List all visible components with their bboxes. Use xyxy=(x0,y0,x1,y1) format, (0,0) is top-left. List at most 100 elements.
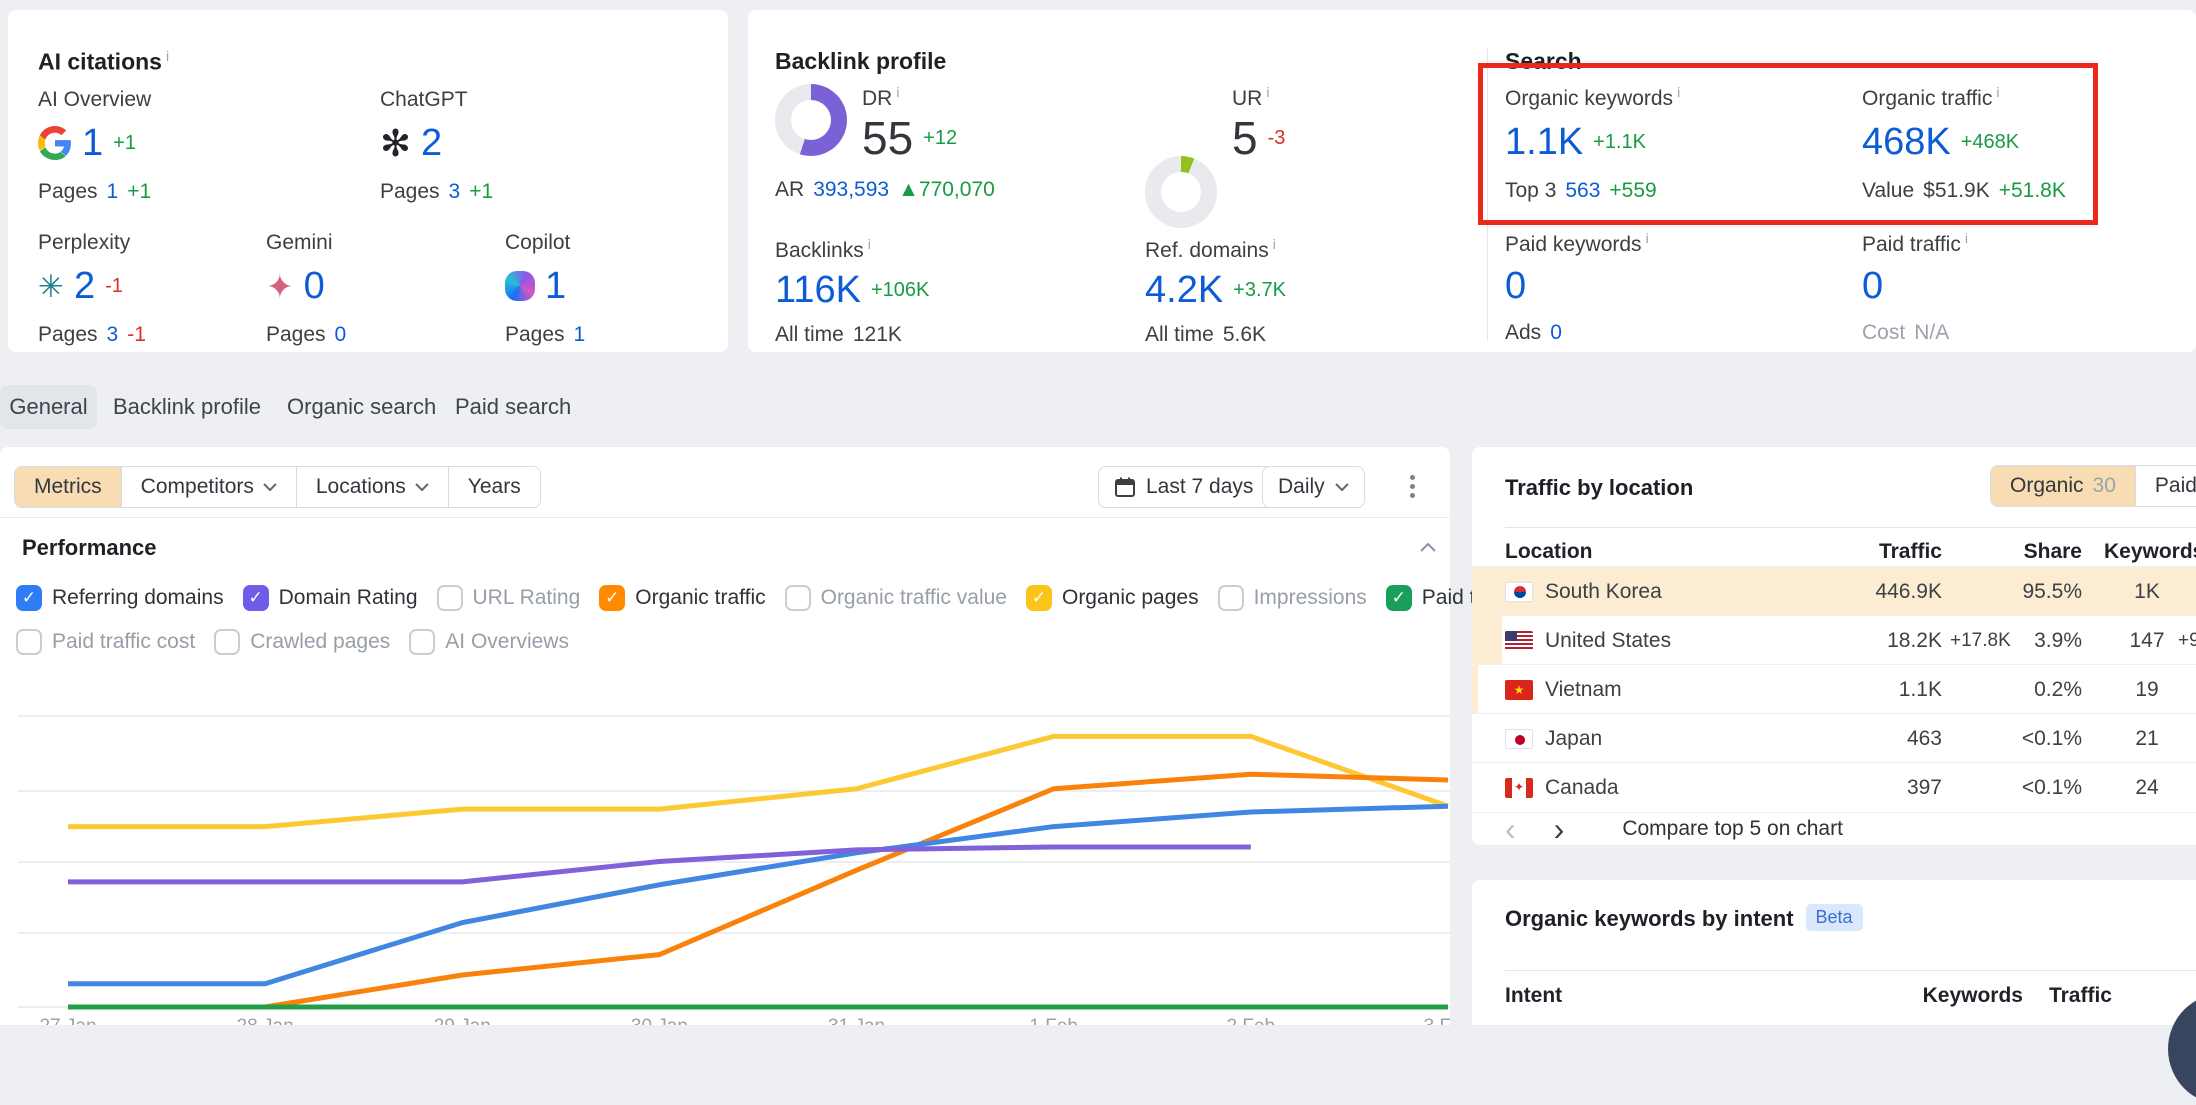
column-header-keywords[interactable]: Keywords xyxy=(2104,540,2196,564)
pages-value[interactable]: 0 xyxy=(335,323,347,347)
table-top-rule xyxy=(1505,527,2196,528)
ads-label: Ads xyxy=(1505,321,1541,345)
keywords-link[interactable]: 21 xyxy=(2112,714,2182,763)
paid-keywords-label: Paid keywordsi xyxy=(1505,230,1649,257)
ref-domains-label: Ref. domainsi xyxy=(1145,236,1286,263)
metrics-button[interactable]: Metrics xyxy=(15,467,122,507)
copilot-value[interactable]: 1 xyxy=(545,263,566,309)
table-row[interactable]: United States 18.2K +17.8K 3.9% 147 +92 xyxy=(1472,615,2196,665)
collapse-chevron-icon[interactable] xyxy=(1420,542,1436,552)
ref-domains-delta: +3.7K xyxy=(1233,279,1286,302)
backlinks-value[interactable]: 116K xyxy=(775,267,861,313)
paid-keywords-value[interactable]: 0 xyxy=(1505,263,1526,309)
traffic-by-location-title: Traffic by location xyxy=(1505,475,1693,501)
share-bar xyxy=(1472,616,1502,665)
column-header-intent[interactable]: Intent xyxy=(1505,984,1562,1008)
toggle-referring-domains[interactable]: ✓Referring domains xyxy=(16,585,224,611)
gemini-value[interactable]: 0 xyxy=(304,263,325,309)
info-icon[interactable]: i xyxy=(868,236,871,252)
share-bar xyxy=(1472,665,1478,714)
share-value: <0.1% xyxy=(1972,763,2082,812)
dr-value: 55 xyxy=(862,111,913,165)
toggle-organic-traffic[interactable]: ✓Organic traffic xyxy=(599,585,765,611)
ads-value[interactable]: 0 xyxy=(1550,321,1562,345)
column-header-location[interactable]: Location xyxy=(1505,540,1593,564)
toggle-organic-traffic-value[interactable]: Organic traffic value xyxy=(785,585,1007,611)
dr-label: DRi xyxy=(862,84,957,111)
metric-toggles-row-1: ✓Referring domains ✓Domain Rating URL Ra… xyxy=(16,585,1521,611)
copilot-block: Copilot 1 Pages 1 xyxy=(505,231,585,347)
backlink-profile-title: Backlink profile xyxy=(775,48,946,75)
info-icon[interactable]: i xyxy=(1646,230,1649,246)
info-icon[interactable]: i xyxy=(896,84,899,100)
ar-value[interactable]: 393,593 xyxy=(813,178,889,202)
checkbox-unchecked-icon xyxy=(1218,585,1244,611)
toggle-domain-rating[interactable]: ✓Domain Rating xyxy=(243,585,418,611)
keywords-delta: +92 xyxy=(2178,616,2196,665)
column-header-traffic[interactable]: Traffic xyxy=(2042,984,2112,1008)
pages-value[interactable]: 3 xyxy=(107,323,119,347)
paid-tab[interactable]: Paid 0 xyxy=(2136,466,2196,506)
toggle-impressions[interactable]: Impressions xyxy=(1218,585,1367,611)
pages-label: Pages xyxy=(380,180,440,204)
column-header-share[interactable]: Share xyxy=(1972,540,2082,564)
column-header-traffic[interactable]: Traffic xyxy=(1822,540,1942,564)
toggle-organic-pages[interactable]: ✓Organic pages xyxy=(1026,585,1199,611)
united-states-flag-icon xyxy=(1505,631,1533,651)
pages-label: Pages xyxy=(266,323,326,347)
tab-general[interactable]: General xyxy=(0,385,97,429)
table-top-rule xyxy=(1505,970,2196,971)
checkbox-checked-icon: ✓ xyxy=(599,585,625,611)
keywords-link[interactable]: 19 xyxy=(2112,665,2182,714)
granularity-dropdown[interactable]: Daily xyxy=(1262,466,1365,508)
google-icon xyxy=(38,126,72,160)
tab-paid-search[interactable]: Paid search xyxy=(455,385,571,429)
pages-label: Pages xyxy=(38,180,98,204)
checkbox-checked-icon: ✓ xyxy=(16,585,42,611)
ai-citations-card: AI citationsi AI Overview 1 +1 Pages 1 +… xyxy=(8,10,728,352)
vietnam-flag-icon: ★ xyxy=(1505,680,1533,700)
chatgpt-icon: ✻ xyxy=(380,125,411,162)
tab-organic-search[interactable]: Organic search xyxy=(287,385,436,429)
table-row[interactable]: Japan 463 <0.1% 21 xyxy=(1472,713,2196,763)
ai-overview-value[interactable]: 1 xyxy=(82,120,103,166)
more-options-button[interactable] xyxy=(1404,469,1421,504)
info-icon[interactable]: i xyxy=(1266,84,1269,100)
prev-page-arrow[interactable]: ‹ xyxy=(1505,815,1516,843)
keywords-link[interactable]: 24 xyxy=(2112,763,2182,812)
pages-value[interactable]: 3 xyxy=(449,180,461,204)
info-icon[interactable]: i xyxy=(166,48,169,64)
svg-text:27 Jan: 27 Jan xyxy=(39,1016,96,1025)
locations-dropdown[interactable]: Locations xyxy=(297,467,449,507)
filter-divider xyxy=(0,517,1450,518)
column-header-keywords[interactable]: Keywords xyxy=(1892,984,2023,1008)
dr-donut-chart xyxy=(775,84,847,156)
tab-backlink-profile[interactable]: Backlink profile xyxy=(113,385,261,429)
keywords-link[interactable]: 1K xyxy=(2112,567,2182,616)
paid-traffic-value[interactable]: 0 xyxy=(1862,263,1883,309)
traffic-value: 397 xyxy=(1772,763,1942,812)
organic-tab[interactable]: Organic 30 xyxy=(1991,466,2136,506)
ur-delta: -3 xyxy=(1268,127,1286,150)
ref-domains-value[interactable]: 4.2K xyxy=(1145,267,1223,313)
organic-paid-toggle: Organic 30 Paid 0 xyxy=(1990,465,2196,507)
info-icon[interactable]: i xyxy=(1965,230,1968,246)
next-page-arrow[interactable]: › xyxy=(1554,815,1565,843)
competitors-dropdown[interactable]: Competitors xyxy=(122,467,297,507)
dr-delta: +12 xyxy=(923,127,957,150)
table-row[interactable]: ★ Vietnam 1.1K 0.2% 19 xyxy=(1472,664,2196,714)
japan-flag-icon xyxy=(1505,729,1533,749)
toggle-url-rating[interactable]: URL Rating xyxy=(437,585,581,611)
info-icon[interactable]: i xyxy=(1273,236,1276,252)
perplexity-value[interactable]: 2 xyxy=(74,263,95,309)
years-button[interactable]: Years xyxy=(449,467,540,507)
gemini-icon: ✦ xyxy=(266,270,294,303)
compare-top5-link[interactable]: Compare top 5 on chart xyxy=(1622,817,1843,841)
keywords-link[interactable]: 147 xyxy=(2112,616,2182,665)
chatgpt-value[interactable]: 2 xyxy=(421,120,442,166)
performance-line-chart[interactable]: 27 Jan28 Jan29 Jan30 Jan31 Jan1 Feb2 Feb… xyxy=(0,630,1450,1025)
pages-value[interactable]: 1 xyxy=(574,323,586,347)
pages-value[interactable]: 1 xyxy=(107,180,119,204)
table-row[interactable]: South Korea 446.9K 95.5% 1K xyxy=(1472,566,2196,616)
table-row[interactable]: ✦ Canada 397 <0.1% 24 xyxy=(1472,762,2196,813)
